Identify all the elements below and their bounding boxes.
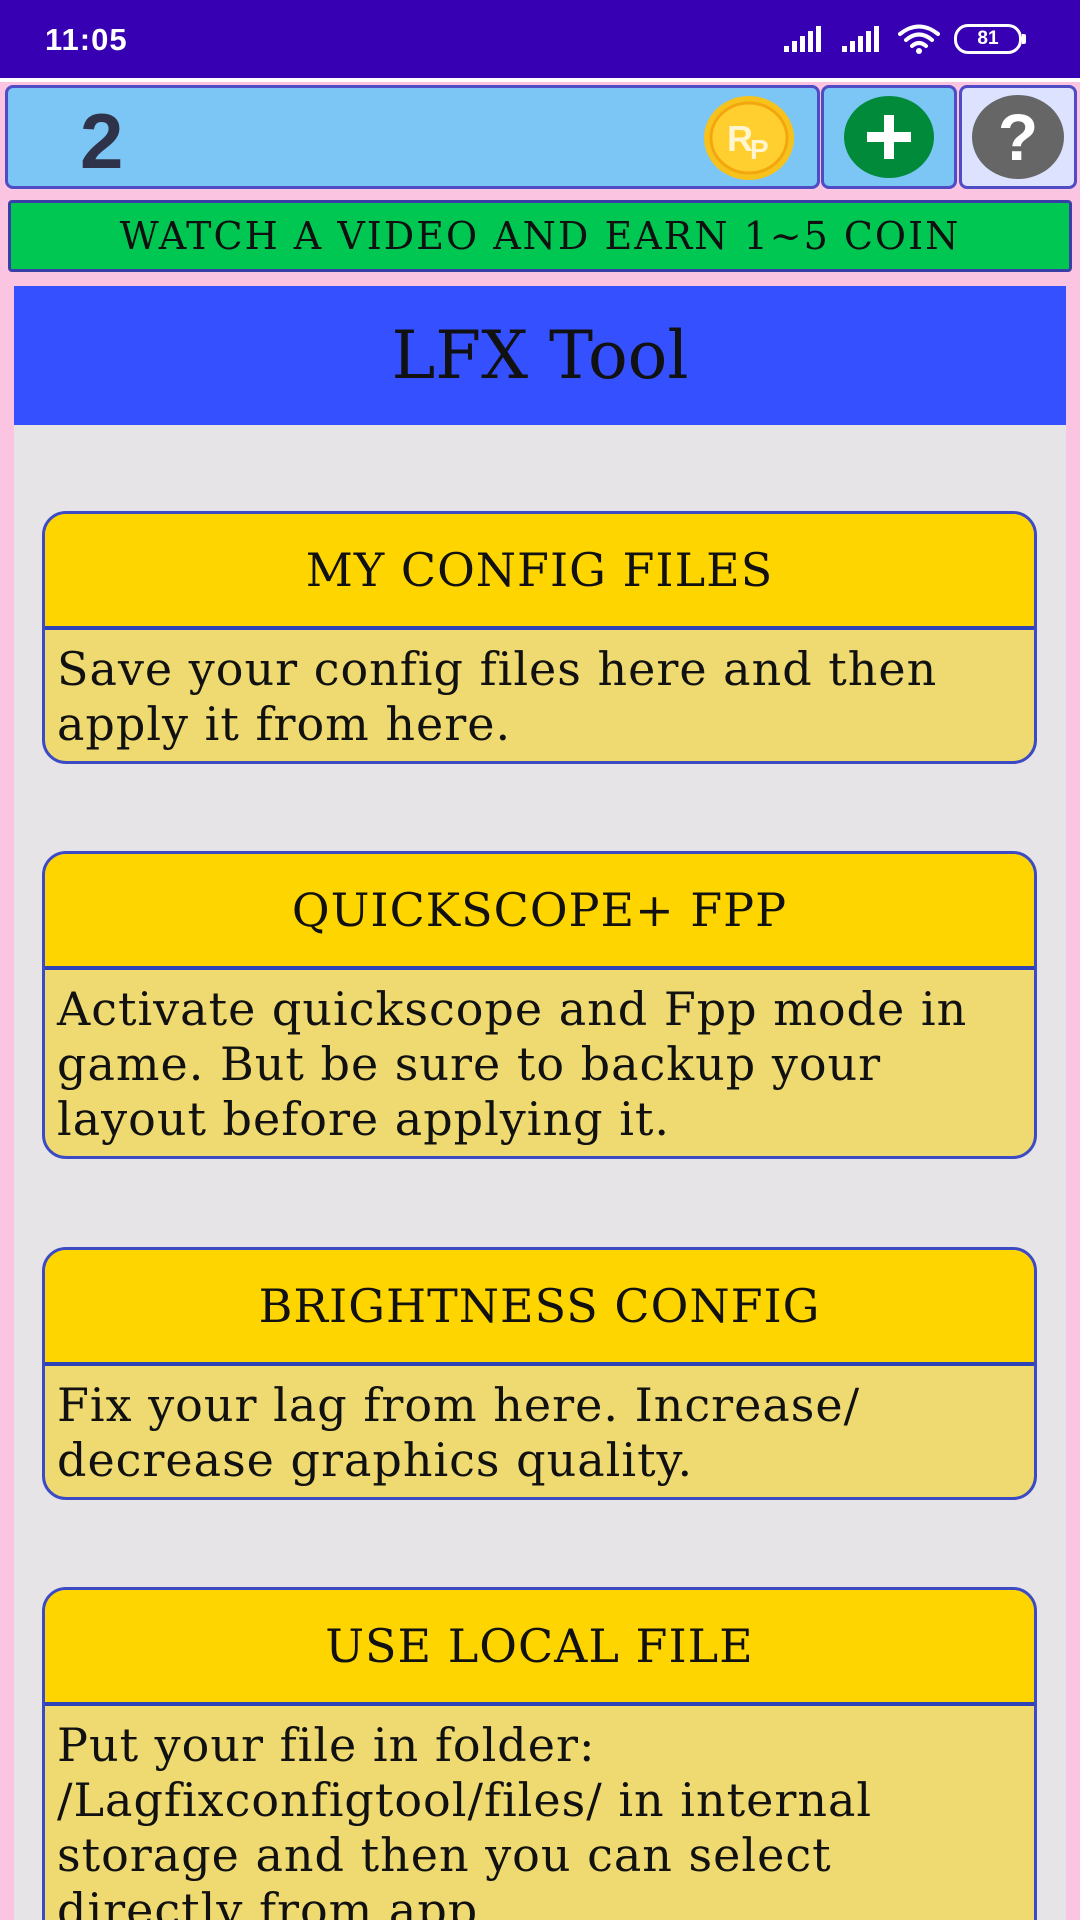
- status-time: 11:05: [45, 22, 128, 57]
- svg-text:P: P: [750, 134, 769, 165]
- card-brightness-config[interactable]: BRIGHTNESS CONFIG Fix your lag from here…: [42, 1247, 1037, 1500]
- card-my-config-files[interactable]: MY CONFIG FILES Save your config files h…: [42, 511, 1037, 764]
- main-panel: LFX Tool MY CONFIG FILES Save your confi…: [14, 286, 1066, 1920]
- card-description: Activate quickscope and Fpp mode in game…: [57, 982, 968, 1146]
- status-divider: [0, 78, 1080, 82]
- card-title-bar: USE LOCAL FILE: [45, 1590, 1034, 1706]
- svg-text:?: ?: [998, 100, 1038, 174]
- watch-video-button[interactable]: WATCH A VIDEO AND EARN 1~5 COIN: [8, 200, 1072, 272]
- coin-balance-box: 2 R P: [5, 85, 820, 189]
- card-use-local-file[interactable]: USE LOCAL FILE Put your file in folder: …: [42, 1587, 1037, 1920]
- status-icons: 81: [782, 22, 1026, 56]
- card-title: MY CONFIG FILES: [305, 543, 774, 597]
- card-description: Fix your lag from here. Increase/ decrea…: [57, 1378, 861, 1487]
- title-bar: LFX Tool: [14, 286, 1066, 425]
- plus-icon: [844, 96, 934, 178]
- card-description: Save your config files here and then app…: [57, 642, 938, 751]
- card-description: Put your file in folder: /Lagfixconfigto…: [57, 1718, 873, 1920]
- card-title-bar: MY CONFIG FILES: [45, 514, 1034, 630]
- page-title: LFX Tool: [391, 317, 689, 394]
- signal-icon-2: [842, 26, 879, 52]
- battery-level: 81: [977, 28, 999, 49]
- question-icon: ?: [972, 95, 1064, 179]
- status-bar: 11:05 81: [0, 0, 1080, 78]
- coin-count: 2: [80, 97, 124, 185]
- add-coins-button[interactable]: [821, 85, 957, 189]
- card-title: BRIGHTNESS CONFIG: [258, 1279, 821, 1333]
- watch-video-label: WATCH A VIDEO AND EARN 1~5 COIN: [119, 214, 961, 258]
- battery-icon: 81: [954, 24, 1026, 54]
- rp-coin-icon: R P: [704, 96, 794, 180]
- signal-icon: [784, 26, 821, 52]
- wifi-icon: [898, 24, 940, 54]
- card-quickscope-fpp[interactable]: QUICKSCOPE+ FPP Activate quickscope and …: [42, 851, 1037, 1159]
- card-title: QUICKSCOPE+ FPP: [291, 883, 788, 937]
- card-title-bar: QUICKSCOPE+ FPP: [45, 854, 1034, 970]
- help-button[interactable]: ?: [959, 85, 1077, 189]
- card-title: USE LOCAL FILE: [325, 1619, 754, 1673]
- card-title-bar: BRIGHTNESS CONFIG: [45, 1250, 1034, 1366]
